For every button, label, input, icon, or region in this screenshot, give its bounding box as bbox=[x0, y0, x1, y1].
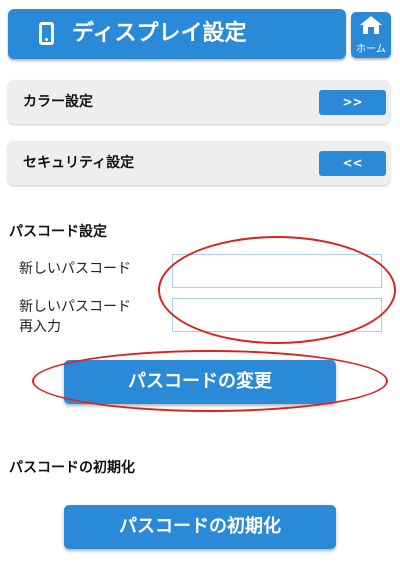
new-passcode-input[interactable] bbox=[172, 254, 382, 288]
passcode-settings-heading: パスコード設定 bbox=[9, 224, 107, 240]
confirm-passcode-label: 新しいパスコード 再入力 bbox=[19, 297, 131, 337]
change-passcode-button[interactable]: パスコードの変更 bbox=[64, 360, 336, 404]
new-passcode-label: 新しいパスコード bbox=[19, 261, 131, 277]
security-settings-label: セキュリティ設定 bbox=[23, 155, 135, 171]
home-label: ホーム bbox=[356, 44, 386, 55]
confirm-passcode-label-line1: 新しいパスコード bbox=[19, 299, 131, 315]
reset-passcode-button[interactable]: パスコードの初期化 bbox=[64, 505, 336, 549]
home-icon bbox=[360, 16, 382, 34]
page-title: ディスプレイ設定 bbox=[72, 21, 247, 46]
passcode-reset-heading: パスコードの初期化 bbox=[9, 460, 135, 476]
security-settings-row: セキュリティ設定 << bbox=[8, 141, 390, 185]
color-settings-label: カラー設定 bbox=[23, 94, 93, 110]
home-button[interactable]: ホーム bbox=[351, 12, 391, 58]
header-bar: ディスプレイ設定 bbox=[8, 9, 346, 59]
security-settings-collapse-button[interactable]: << bbox=[319, 151, 386, 176]
confirm-passcode-label-line2: 再入力 bbox=[19, 319, 61, 335]
confirm-passcode-input[interactable] bbox=[172, 298, 382, 332]
smartphone-icon bbox=[39, 22, 54, 45]
color-settings-row: カラー設定 >> bbox=[8, 80, 390, 124]
color-settings-expand-button[interactable]: >> bbox=[319, 90, 386, 115]
